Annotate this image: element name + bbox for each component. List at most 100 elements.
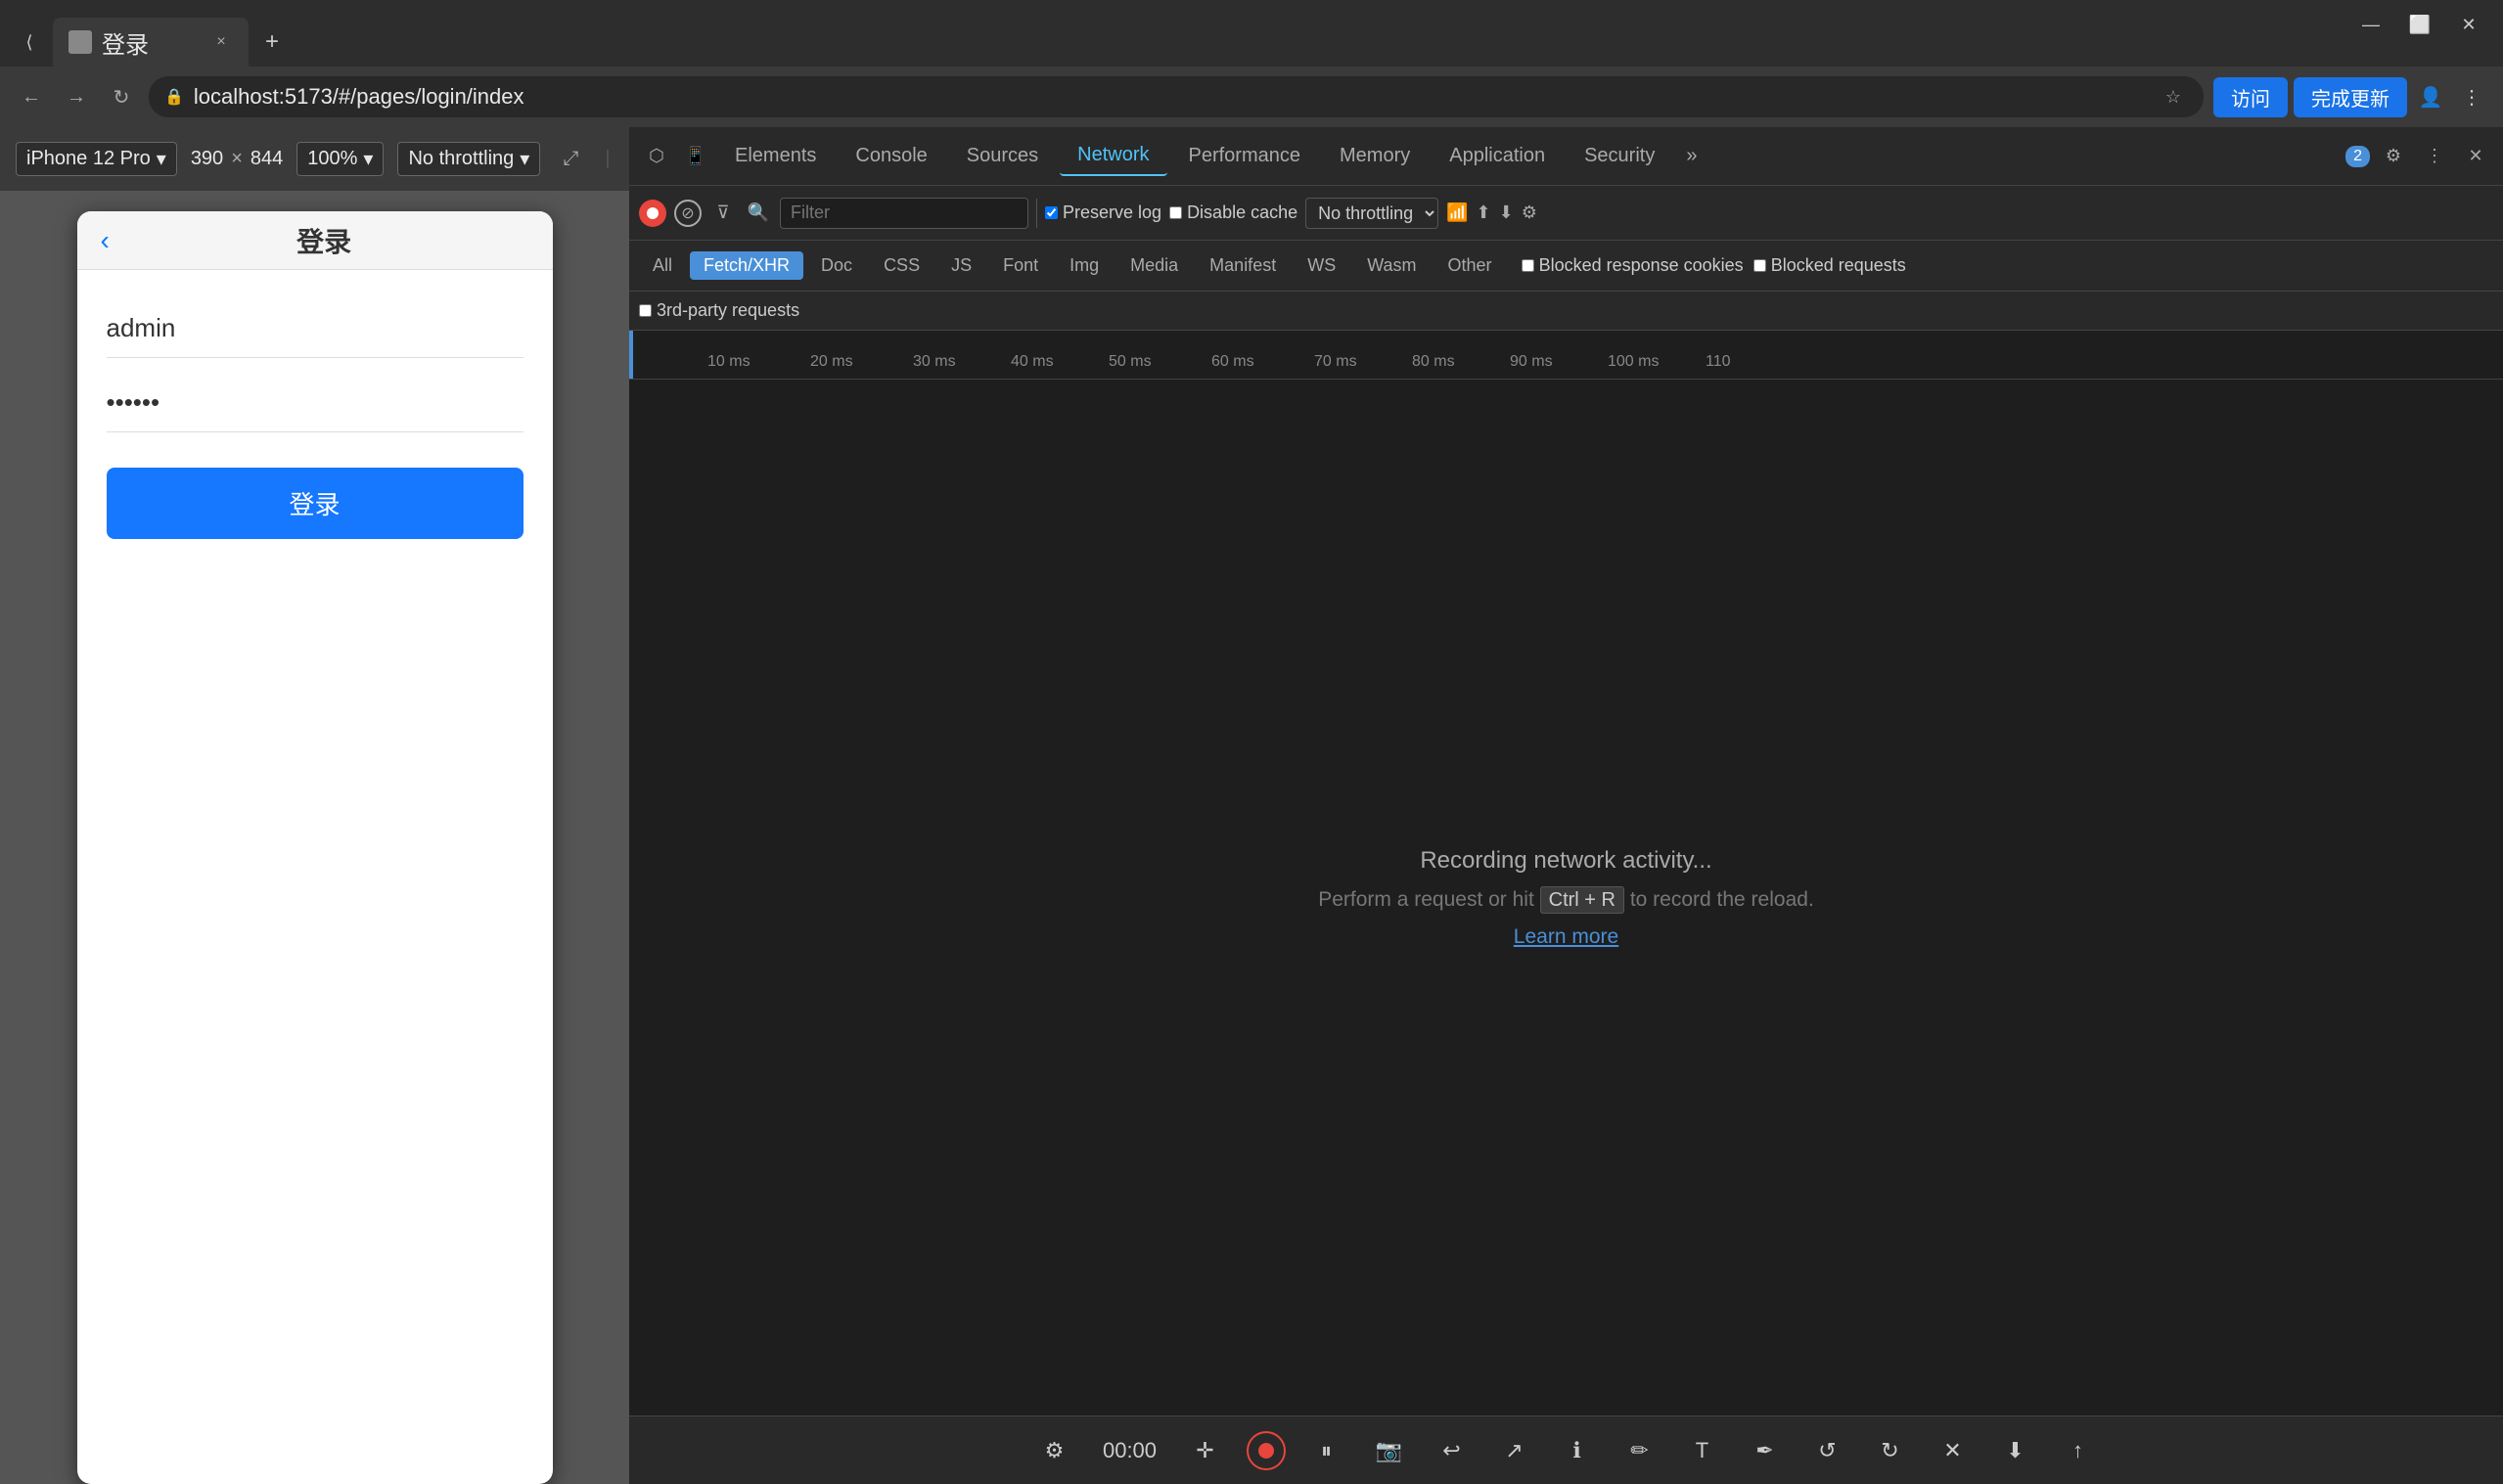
mark-10ms: 10 ms <box>707 353 751 371</box>
record-btn[interactable] <box>639 200 666 227</box>
device-icon[interactable]: 📱 <box>678 139 713 174</box>
close-btn[interactable]: ✕ <box>2454 10 2483 39</box>
device-selector[interactable]: iPhone 12 Pro ▾ <box>16 142 177 176</box>
bottom-forward-diag-btn[interactable]: ↗ <box>1493 1429 1536 1472</box>
blocked-cookies-checkbox[interactable]: Blocked response cookies <box>1522 255 1744 276</box>
bottom-settings-btn[interactable]: ⚙ <box>1033 1429 1076 1472</box>
inspect-icon[interactable]: ⬡ <box>639 139 674 174</box>
throttle-selector[interactable]: No throttling ▾ <box>397 142 540 176</box>
profile-btn[interactable]: 👤 <box>2413 79 2448 114</box>
tab-sources[interactable]: Sources <box>949 137 1056 175</box>
filter-icon[interactable]: ⊽ <box>709 200 737 227</box>
filter-tab-ws[interactable]: WS <box>1294 251 1349 280</box>
extra-filters: Blocked response cookies Blocked request… <box>1522 255 1906 276</box>
tab-console[interactable]: Console <box>838 137 944 175</box>
login-button[interactable]: 登录 <box>107 468 523 539</box>
filter-tab-js[interactable]: JS <box>937 251 985 280</box>
separator-1 <box>1036 199 1037 228</box>
visit-btn[interactable]: 访问 <box>2213 77 2288 117</box>
update-btn[interactable]: 完成更新 <box>2294 77 2407 117</box>
bottom-edit-btn[interactable]: ✏ <box>1618 1429 1661 1472</box>
filter-tab-font[interactable]: Font <box>989 251 1052 280</box>
height-value: 844 <box>250 148 283 170</box>
filter-tab-wasm[interactable]: Wasm <box>1353 251 1430 280</box>
reload-btn[interactable]: ↻ <box>104 79 139 114</box>
more-tabs-btn[interactable]: » <box>1676 137 1707 175</box>
gear-icon[interactable]: ⚙ <box>1522 202 1537 223</box>
tab-memory[interactable]: Memory <box>1322 137 1428 175</box>
tab-close-btn[interactable]: × <box>209 30 233 54</box>
settings-btn[interactable]: ⋮ <box>2454 79 2489 114</box>
filter-tab-all[interactable]: All <box>639 251 686 280</box>
disable-cache-input[interactable] <box>1169 206 1182 219</box>
filter-tab-media[interactable]: Media <box>1116 251 1192 280</box>
minimize-btn[interactable]: — <box>2356 10 2386 39</box>
filter-tab-other[interactable]: Other <box>1434 251 1506 280</box>
preserve-log-input[interactable] <box>1045 206 1058 219</box>
bottom-close-btn[interactable]: ✕ <box>1932 1429 1975 1472</box>
download-icon[interactable]: ⬇ <box>1499 202 1514 223</box>
bottom-download-btn[interactable]: ⬇ <box>1994 1429 2037 1472</box>
devtools-settings-btn[interactable]: ⚙ <box>2376 139 2411 174</box>
filter-tab-css[interactable]: CSS <box>870 251 933 280</box>
throttle-label: No throttling <box>408 148 514 170</box>
nav-bar: ← → ↻ 🔒 localhost:5173/#/pages/login/ind… <box>0 67 2503 127</box>
password-input[interactable] <box>107 374 523 432</box>
throttle-dropdown[interactable]: No throttling <box>1305 198 1438 229</box>
dimension-display: 390 × 844 <box>191 148 283 170</box>
bottom-text-btn[interactable]: T <box>1681 1429 1724 1472</box>
address-star-btn[interactable]: ☆ <box>2159 82 2188 112</box>
back-btn[interactable]: ← <box>14 79 49 114</box>
filter-tab-doc[interactable]: Doc <box>807 251 866 280</box>
filter-tab-manifest[interactable]: Manifest <box>1196 251 1290 280</box>
tab-security[interactable]: Security <box>1567 137 1672 175</box>
zoom-selector[interactable]: 100% ▾ <box>296 142 384 176</box>
phone-back-btn[interactable]: ‹ <box>101 225 110 256</box>
third-party-checkbox[interactable]: 3rd-party requests <box>639 300 799 321</box>
devtools-close-btn[interactable]: ✕ <box>2458 139 2493 174</box>
forward-btn[interactable]: → <box>59 79 94 114</box>
throttle-chevron-icon: ▾ <box>520 147 529 171</box>
learn-more-link[interactable]: Learn more <box>1514 925 1618 948</box>
learn-more-container: Learn more <box>1514 925 1618 949</box>
tab-title: 登录 <box>102 25 149 60</box>
active-tab[interactable]: 登录 × <box>53 18 249 67</box>
new-tab-btn[interactable]: + <box>252 18 292 67</box>
filter-tab-img[interactable]: Img <box>1056 251 1113 280</box>
bottom-pause-btn[interactable]: ⏸ <box>1305 1429 1348 1472</box>
bottom-back-btn[interactable]: ↩ <box>1431 1429 1474 1472</box>
rotate-btn[interactable]: ⤢ <box>554 143 587 176</box>
preserve-log-checkbox[interactable]: Preserve log <box>1045 202 1161 223</box>
tab-application[interactable]: Application <box>1432 137 1563 175</box>
search-icon[interactable]: 🔍 <box>745 200 772 227</box>
wifi-icon[interactable]: 📶 <box>1446 202 1468 223</box>
bottom-crosshair-btn[interactable]: ✛ <box>1184 1429 1227 1472</box>
address-bar[interactable]: 🔒 localhost:5173/#/pages/login/index ☆ <box>149 76 2204 117</box>
tab-prev-btn[interactable]: ⟨ <box>10 18 49 67</box>
bottom-pen-btn[interactable]: ✒ <box>1744 1429 1787 1472</box>
tab-performance[interactable]: Performance <box>1171 137 1319 175</box>
ctrl-r-kbd: Ctrl + R <box>1540 886 1624 914</box>
blocked-requests-checkbox[interactable]: Blocked requests <box>1753 255 1906 276</box>
username-input[interactable] <box>107 299 523 358</box>
mark-100ms: 100 ms <box>1608 353 1659 371</box>
devtools-dots-btn[interactable]: ⋮ <box>2417 139 2452 174</box>
blocked-requests-label: Blocked requests <box>1771 255 1906 276</box>
filter-input[interactable] <box>780 198 1028 229</box>
tab-elements[interactable]: Elements <box>717 137 834 175</box>
mark-70ms: 70 ms <box>1314 353 1357 371</box>
filter-tab-fetch-xhr[interactable]: Fetch/XHR <box>690 251 803 280</box>
tab-network[interactable]: Network <box>1060 136 1166 176</box>
bottom-record-btn[interactable] <box>1247 1431 1286 1470</box>
disable-cache-checkbox[interactable]: Disable cache <box>1169 202 1297 223</box>
upload-icon[interactable]: ⬆ <box>1477 202 1491 223</box>
timeline-marks: 10 ms 20 ms 30 ms 40 ms 50 ms 60 ms 70 m… <box>629 331 2503 375</box>
bottom-undo-btn[interactable]: ↺ <box>1806 1429 1849 1472</box>
bottom-screenshot-btn[interactable]: 📷 <box>1368 1429 1411 1472</box>
bottom-redo-btn[interactable]: ↻ <box>1869 1429 1912 1472</box>
bottom-info-btn[interactable]: ℹ <box>1556 1429 1599 1472</box>
zoom-level: 100% <box>307 148 357 170</box>
clear-btn[interactable]: ⊘ <box>674 200 702 227</box>
bottom-share-btn[interactable]: ↑ <box>2057 1429 2100 1472</box>
maximize-btn[interactable]: ⬜ <box>2405 10 2435 39</box>
